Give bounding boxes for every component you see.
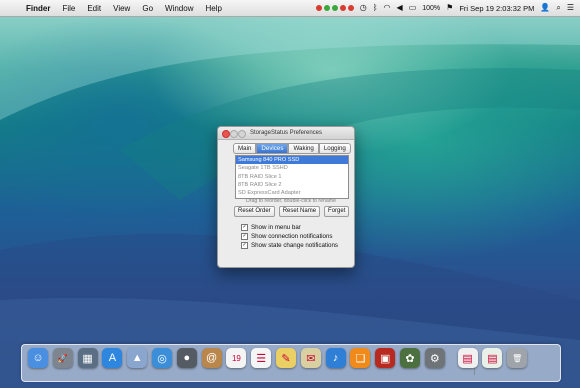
option-connection-notifications[interactable]: ✓ Show connection notifications	[241, 232, 338, 241]
option-label: Show connection notifications	[251, 233, 333, 240]
window-zoom-button[interactable]	[238, 130, 246, 138]
notes-icon[interactable]: ✎	[276, 348, 296, 368]
calendar-icon[interactable]: 19	[226, 348, 247, 368]
window-titlebar[interactable]: StorageStatus Preferences	[218, 127, 354, 140]
iphoto-icon[interactable]: ✿	[400, 348, 420, 368]
reorder-hint: Drag to reorder, double-click to rename	[246, 198, 336, 204]
status-area: ◷ ᛒ ◠ ◀ ▭ 100% ⚑ Fri Sep 19 2:03:32 PM 👤…	[315, 0, 574, 16]
app-store-icon[interactable]: A	[102, 348, 123, 368]
menu-go[interactable]: Go	[142, 4, 153, 13]
menu-help[interactable]: Help	[205, 4, 221, 13]
window-close-button[interactable]	[222, 130, 230, 138]
option-show-in-menu-bar[interactable]: ✓ Show in menu bar	[241, 223, 338, 232]
launchpad-icon[interactable]: 🚀	[52, 348, 73, 368]
system-preferences-icon[interactable]: ⚙	[424, 348, 445, 368]
menu-bar: Finder File Edit View Go Window Help ◷ ᛒ…	[0, 0, 580, 17]
contacts-icon[interactable]: @	[201, 348, 222, 368]
device-row[interactable]: 8TB RAID Slice 1	[236, 173, 348, 181]
preview-icon[interactable]: ▲	[127, 348, 148, 368]
app-menu-finder[interactable]: Finder	[26, 4, 50, 13]
device-buttons: Reset Order Reset Name Forget	[234, 206, 350, 217]
wifi-icon[interactable]: ◠	[384, 0, 391, 16]
battery-icon[interactable]: ▭	[409, 0, 417, 16]
option-label: Show in menu bar	[251, 224, 301, 231]
safari-icon[interactable]: ◎	[152, 348, 172, 368]
reminders-icon[interactable]: ☰	[251, 348, 272, 368]
tab-devices[interactable]: Devices	[256, 143, 289, 154]
time-machine-icon[interactable]: ◷	[360, 0, 367, 16]
device-row[interactable]: Seagate 1TB SSHD	[236, 164, 348, 172]
finder-icon[interactable]: ☺	[28, 348, 48, 368]
reset-order-button[interactable]: Reset Order	[234, 206, 275, 217]
window-minimize-button[interactable]	[230, 130, 238, 138]
itunes-icon[interactable]: ♪	[325, 348, 346, 368]
bluetooth-icon[interactable]: ᛒ	[373, 0, 378, 16]
menu-edit[interactable]: Edit	[87, 4, 101, 13]
volume-icon[interactable]: ◀	[397, 0, 403, 16]
checkbox-checked[interactable]: ✓	[241, 233, 248, 240]
battery-percent: 100%	[422, 4, 441, 12]
facetime-icon[interactable]: ●	[176, 348, 197, 368]
preferences-window: StorageStatus Preferences Main Devices W…	[217, 126, 355, 268]
image-capture-icon[interactable]: ✉	[300, 348, 321, 368]
storage-status-menu-icon[interactable]	[315, 5, 354, 11]
window-title: StorageStatus Preferences	[249, 130, 323, 136]
mission-control-icon[interactable]: ▦	[77, 348, 98, 368]
spotlight-search-icon[interactable]: ⌕	[556, 0, 560, 16]
device-row[interactable]: SD ExpressCard Adapter	[236, 189, 348, 197]
forget-button[interactable]: Forget	[324, 206, 350, 217]
device-row[interactable]: 8TB RAID Slice 2	[236, 181, 348, 189]
tab-logging[interactable]: Logging	[318, 143, 351, 154]
menu-view[interactable]: View	[113, 4, 130, 13]
menu-clock[interactable]: Fri Sep 19 2:03:32 PM	[459, 4, 534, 13]
menu-file[interactable]: File	[62, 4, 75, 13]
notification-center-icon[interactable]: ☰	[567, 0, 574, 16]
tab-waking[interactable]: Waking	[288, 143, 319, 154]
options-group: ✓ Show in menu bar ✓ Show connection not…	[241, 223, 338, 250]
tab-main[interactable]: Main	[233, 143, 257, 154]
documents-stack-icon[interactable]: ▤	[457, 348, 478, 368]
device-list[interactable]: Samsung 840 PRO SSD Seagate 1TB SSHD 8TB…	[235, 155, 349, 199]
device-row[interactable]: Samsung 840 PRO SSD	[236, 156, 348, 165]
flag-icon[interactable]: ⚑	[446, 0, 453, 16]
checkbox-checked[interactable]: ✓	[241, 242, 248, 249]
option-state-change-notifications[interactable]: ✓ Show state change notifications	[241, 241, 338, 250]
reset-name-button[interactable]: Reset Name	[278, 206, 321, 217]
option-label: Show state change notifications	[251, 242, 339, 249]
user-icon[interactable]: 👤	[540, 0, 550, 16]
downloads-stack-icon[interactable]: ▤	[482, 348, 503, 368]
trash-icon[interactable]: 🗑	[507, 348, 528, 368]
ibooks-icon[interactable]: ❑	[350, 348, 371, 368]
checkbox-checked[interactable]: ✓	[241, 224, 248, 231]
photo-booth-icon[interactable]: ▣	[375, 348, 396, 368]
tab-bar: Main Devices Waking Logging	[233, 143, 351, 154]
menu-window[interactable]: Window	[165, 4, 193, 13]
